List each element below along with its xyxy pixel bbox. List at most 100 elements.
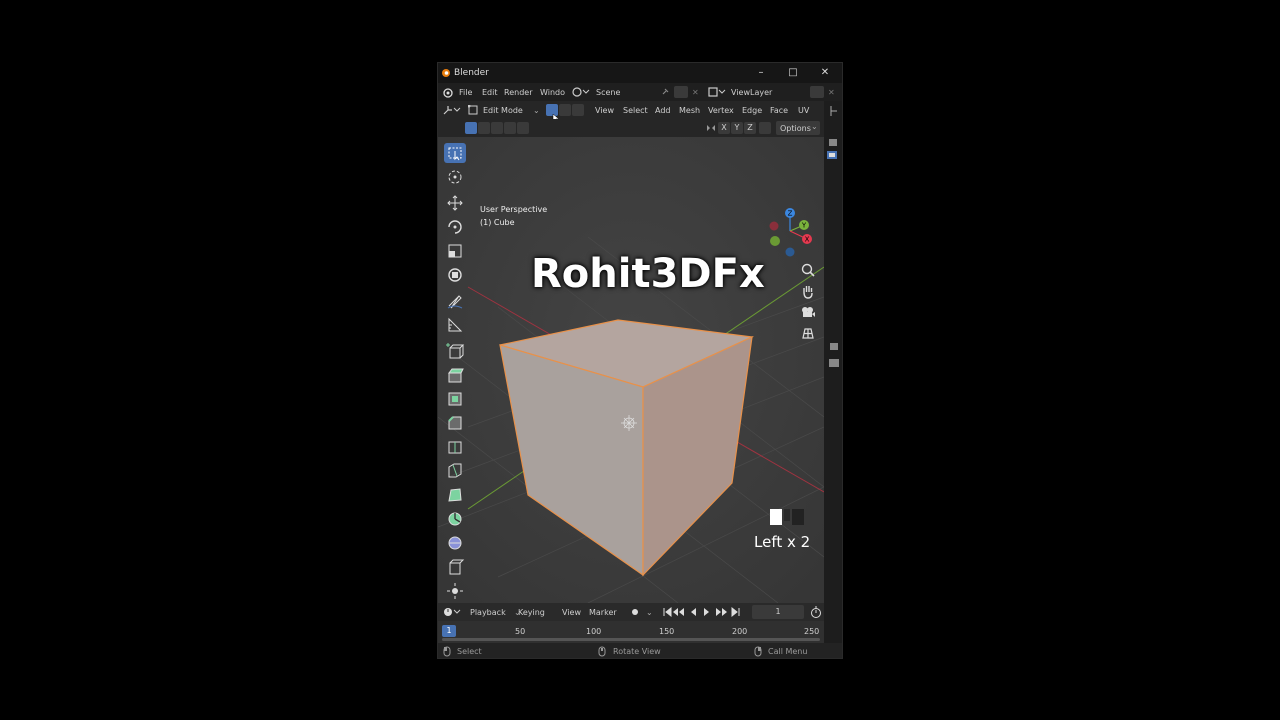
close-button[interactable]: ✕ (810, 66, 840, 80)
header-menu-view[interactable]: View (595, 106, 614, 115)
status-bar: Select Rotate View Call Menu (438, 643, 842, 658)
select-intersect-button[interactable] (517, 122, 529, 134)
header-menu-select[interactable]: Select (623, 106, 648, 115)
timeline-scrollbar[interactable] (442, 638, 820, 641)
annotate-tool[interactable] (444, 291, 466, 311)
viewport-header: Edit Mode ⌄ View Select Add Mesh Vertex … (438, 101, 824, 124)
mouse-middle-icon (598, 646, 606, 657)
blender-menu-icon[interactable] (442, 87, 453, 98)
outliner-filter-icon[interactable] (830, 105, 838, 117)
ruler-tick-50: 50 (515, 627, 526, 636)
scale-tool[interactable] (444, 241, 466, 261)
window-title: Blender (454, 68, 489, 78)
smooth-tool[interactable] (444, 533, 466, 553)
title-bar: Blender – □ ✕ (438, 63, 842, 83)
mirror-x-toggle[interactable]: X (718, 122, 730, 134)
playback-controls[interactable] (662, 606, 742, 618)
view-layer-icon[interactable] (708, 87, 726, 97)
select-box-tool[interactable] (444, 143, 466, 163)
grid-view-icon[interactable] (800, 325, 816, 341)
key-press-label: Left x 2 (754, 533, 811, 551)
blender-logo-icon (442, 69, 450, 77)
mirror-y-toggle[interactable]: Y (731, 122, 743, 134)
record-keyframe-icon[interactable] (630, 607, 640, 617)
new-scene-button[interactable] (674, 86, 688, 98)
select-invert-button[interactable] (504, 122, 516, 134)
header-menu-edge[interactable]: Edge (742, 106, 762, 115)
select-extend-button[interactable] (478, 122, 490, 134)
tool-settings-bar: X Y Z Options ⌄ (438, 119, 824, 137)
select-new-button[interactable] (465, 122, 477, 134)
properties-tabs-lower[interactable] (827, 341, 841, 381)
menu-edit[interactable]: Edit (482, 88, 498, 97)
editor-type-icon[interactable] (443, 105, 461, 115)
menu-file[interactable]: File (459, 88, 472, 97)
face-select-button[interactable] (572, 104, 584, 116)
zoom-icon[interactable] (800, 262, 816, 278)
status-rotate-view: Rotate View (613, 647, 661, 656)
timeline-menu-view[interactable]: View (562, 608, 581, 617)
timeline-menu-marker[interactable]: Marker (589, 608, 617, 617)
rotate-tool[interactable] (444, 217, 466, 237)
delete-view-layer-icon[interactable]: ✕ (828, 88, 835, 97)
minimize-button[interactable]: – (746, 66, 776, 80)
scene-name[interactable]: Scene (596, 88, 620, 97)
mode-dropdown-icon[interactable]: ⌄ (533, 106, 540, 115)
stopwatch-icon[interactable] (810, 606, 822, 618)
navigation-gizmo[interactable]: Z Y X (764, 205, 816, 257)
cursor-tool[interactable] (444, 167, 466, 187)
measure-tool[interactable] (444, 315, 466, 335)
shrink-fatten-tool[interactable] (444, 581, 466, 601)
maximize-button[interactable]: □ (778, 66, 808, 80)
edge-slide-tool[interactable] (444, 557, 466, 577)
mouse-right-button-indicator (792, 509, 804, 525)
properties-tabs[interactable] (826, 137, 840, 173)
poly-build-tool[interactable] (444, 485, 466, 505)
scene-icon[interactable] (572, 87, 590, 97)
gizmo-x-label: X (805, 236, 810, 244)
bevel-tool[interactable] (444, 413, 466, 433)
pan-hand-icon[interactable] (800, 283, 816, 299)
inset-tool[interactable] (444, 389, 466, 409)
pin-icon[interactable] (660, 87, 670, 97)
edge-select-button[interactable] (559, 104, 571, 116)
menu-render[interactable]: Render (504, 88, 532, 97)
view-layer-name[interactable]: ViewLayer (731, 88, 772, 97)
topology-mirror-toggle[interactable] (759, 122, 771, 134)
header-menu-vertex[interactable]: Vertex (708, 106, 734, 115)
frame-marker[interactable]: 1 (442, 625, 456, 637)
add-cube-tool[interactable] (444, 341, 466, 361)
keying-chevron-icon[interactable]: ⌄ (646, 608, 653, 617)
gizmo-y-label: Y (801, 222, 807, 230)
menu-window[interactable]: Windo (540, 88, 565, 97)
select-subtract-button[interactable] (491, 122, 503, 134)
header-menu-mesh[interactable]: Mesh (679, 106, 700, 115)
options-dropdown[interactable]: Options ⌄ (776, 121, 820, 135)
header-menu-uv[interactable]: UV (798, 106, 809, 115)
timeline-editor-icon[interactable] (443, 607, 461, 617)
transform-tool[interactable] (444, 265, 466, 285)
move-tool[interactable] (444, 193, 466, 213)
loop-cut-tool[interactable] (444, 437, 466, 457)
ruler-tick-100: 100 (586, 627, 602, 636)
knife-tool[interactable] (444, 461, 466, 481)
ruler-tick-250: 250 (804, 627, 820, 636)
mouse-left-button-indicator (770, 509, 782, 525)
timeline-ruler[interactable]: 1 50 100 150 200 250 (438, 621, 824, 643)
mode-selector[interactable]: Edit Mode (483, 106, 523, 115)
timeline-menu-playback[interactable]: Playback (470, 608, 506, 617)
timeline-menu-keying[interactable]: Keying (518, 608, 545, 617)
watermark-text: Rohit3DFx (531, 251, 765, 297)
status-select: Select (457, 647, 482, 656)
3d-viewport[interactable]: User Perspective (1) Cube Rohit3DFx Z Y … (438, 137, 824, 603)
header-menu-add[interactable]: Add (655, 106, 671, 115)
mouse-right-icon (754, 646, 762, 657)
spin-tool[interactable] (444, 509, 466, 529)
camera-icon[interactable] (800, 304, 816, 320)
delete-scene-icon[interactable]: ✕ (692, 88, 699, 97)
header-menu-face[interactable]: Face (770, 106, 788, 115)
new-view-layer-button[interactable] (810, 86, 824, 98)
extrude-tool[interactable] (444, 365, 466, 385)
current-frame-field[interactable]: 1 (752, 605, 804, 619)
mirror-z-toggle[interactable]: Z (744, 122, 756, 134)
